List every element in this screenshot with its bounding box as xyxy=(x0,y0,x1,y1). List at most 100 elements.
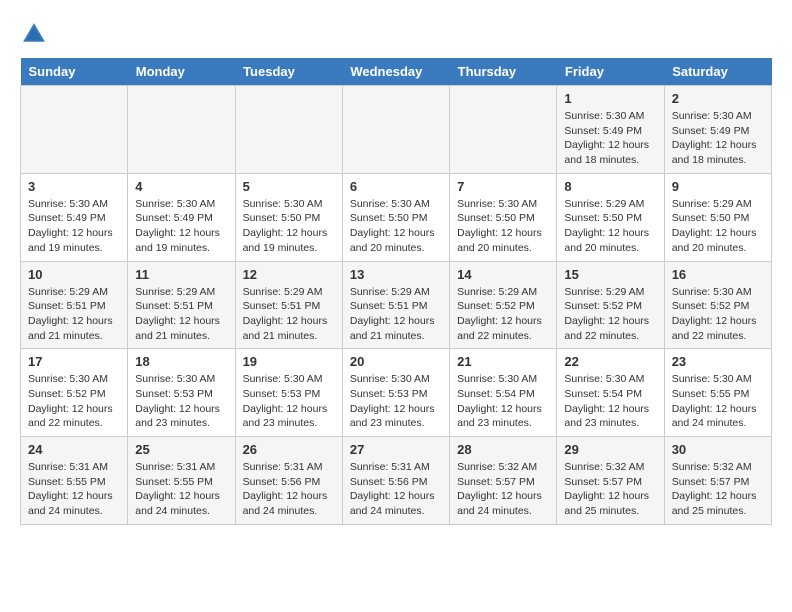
calendar-cell: 23 Sunrise: 5:30 AMSunset: 5:55 PMDayligh… xyxy=(664,349,771,437)
calendar-cell xyxy=(342,86,449,174)
weekday-header: Sunday xyxy=(21,58,128,86)
day-info: Sunrise: 5:32 AMSunset: 5:57 PMDaylight:… xyxy=(564,460,656,519)
calendar-cell: 13 Sunrise: 5:29 AMSunset: 5:51 PMDayligh… xyxy=(342,261,449,349)
weekday-header: Monday xyxy=(128,58,235,86)
day-number: 16 xyxy=(672,267,764,282)
day-info: Sunrise: 5:31 AMSunset: 5:56 PMDaylight:… xyxy=(243,460,335,519)
day-info: Sunrise: 5:31 AMSunset: 5:55 PMDaylight:… xyxy=(28,460,120,519)
page-header xyxy=(20,20,772,48)
day-info: Sunrise: 5:32 AMSunset: 5:57 PMDaylight:… xyxy=(457,460,549,519)
day-info: Sunrise: 5:29 AMSunset: 5:51 PMDaylight:… xyxy=(135,285,227,344)
day-number: 14 xyxy=(457,267,549,282)
day-info: Sunrise: 5:29 AMSunset: 5:50 PMDaylight:… xyxy=(564,197,656,256)
day-info: Sunrise: 5:30 AMSunset: 5:54 PMDaylight:… xyxy=(457,372,549,431)
day-info: Sunrise: 5:30 AMSunset: 5:54 PMDaylight:… xyxy=(564,372,656,431)
day-info: Sunrise: 5:29 AMSunset: 5:52 PMDaylight:… xyxy=(457,285,549,344)
day-number: 26 xyxy=(243,442,335,457)
weekday-header: Thursday xyxy=(450,58,557,86)
day-number: 25 xyxy=(135,442,227,457)
day-number: 11 xyxy=(135,267,227,282)
calendar-week-row: 10 Sunrise: 5:29 AMSunset: 5:51 PMDayligh… xyxy=(21,261,772,349)
calendar-cell: 19 Sunrise: 5:30 AMSunset: 5:53 PMDayligh… xyxy=(235,349,342,437)
calendar-cell: 25 Sunrise: 5:31 AMSunset: 5:55 PMDayligh… xyxy=(128,437,235,525)
weekday-header: Tuesday xyxy=(235,58,342,86)
calendar-cell: 6 Sunrise: 5:30 AMSunset: 5:50 PMDaylight… xyxy=(342,173,449,261)
day-number: 27 xyxy=(350,442,442,457)
weekday-header: Saturday xyxy=(664,58,771,86)
day-info: Sunrise: 5:30 AMSunset: 5:50 PMDaylight:… xyxy=(243,197,335,256)
day-info: Sunrise: 5:31 AMSunset: 5:56 PMDaylight:… xyxy=(350,460,442,519)
day-info: Sunrise: 5:30 AMSunset: 5:52 PMDaylight:… xyxy=(28,372,120,431)
day-info: Sunrise: 5:30 AMSunset: 5:52 PMDaylight:… xyxy=(672,285,764,344)
calendar-cell: 21 Sunrise: 5:30 AMSunset: 5:54 PMDayligh… xyxy=(450,349,557,437)
calendar-cell: 11 Sunrise: 5:29 AMSunset: 5:51 PMDayligh… xyxy=(128,261,235,349)
calendar-cell: 15 Sunrise: 5:29 AMSunset: 5:52 PMDayligh… xyxy=(557,261,664,349)
day-number: 7 xyxy=(457,179,549,194)
day-number: 21 xyxy=(457,354,549,369)
calendar-cell xyxy=(21,86,128,174)
calendar-cell: 1 Sunrise: 5:30 AMSunset: 5:49 PMDaylight… xyxy=(557,86,664,174)
calendar-cell xyxy=(235,86,342,174)
day-number: 2 xyxy=(672,91,764,106)
calendar-body: 1 Sunrise: 5:30 AMSunset: 5:49 PMDaylight… xyxy=(21,86,772,525)
day-info: Sunrise: 5:30 AMSunset: 5:55 PMDaylight:… xyxy=(672,372,764,431)
calendar-cell xyxy=(128,86,235,174)
calendar-week-row: 1 Sunrise: 5:30 AMSunset: 5:49 PMDaylight… xyxy=(21,86,772,174)
day-number: 5 xyxy=(243,179,335,194)
day-info: Sunrise: 5:29 AMSunset: 5:51 PMDaylight:… xyxy=(243,285,335,344)
day-number: 22 xyxy=(564,354,656,369)
calendar-cell: 12 Sunrise: 5:29 AMSunset: 5:51 PMDayligh… xyxy=(235,261,342,349)
day-number: 29 xyxy=(564,442,656,457)
weekday-header: Wednesday xyxy=(342,58,449,86)
day-number: 15 xyxy=(564,267,656,282)
calendar-cell: 7 Sunrise: 5:30 AMSunset: 5:50 PMDaylight… xyxy=(450,173,557,261)
calendar-cell: 28 Sunrise: 5:32 AMSunset: 5:57 PMDayligh… xyxy=(450,437,557,525)
day-number: 13 xyxy=(350,267,442,282)
calendar-cell: 3Sunrise: 5:30 AMSunset: 5:49 PMDaylight… xyxy=(21,173,128,261)
calendar-cell: 17 Sunrise: 5:30 AMSunset: 5:52 PMDayligh… xyxy=(21,349,128,437)
day-info: Sunrise: 5:30 AMSunset: 5:49 PMDaylight:… xyxy=(672,109,764,168)
calendar-cell: 8Sunrise: 5:29 AMSunset: 5:50 PMDaylight… xyxy=(557,173,664,261)
day-info: Sunrise: 5:30 AMSunset: 5:53 PMDaylight:… xyxy=(243,372,335,431)
calendar-cell: 22 Sunrise: 5:30 AMSunset: 5:54 PMDayligh… xyxy=(557,349,664,437)
day-number: 20 xyxy=(350,354,442,369)
day-number: 28 xyxy=(457,442,549,457)
day-number: 23 xyxy=(672,354,764,369)
calendar-week-row: 24Sunrise: 5:31 AMSunset: 5:55 PMDayligh… xyxy=(21,437,772,525)
calendar-week-row: 17 Sunrise: 5:30 AMSunset: 5:52 PMDayligh… xyxy=(21,349,772,437)
day-info: Sunrise: 5:32 AMSunset: 5:57 PMDaylight:… xyxy=(672,460,764,519)
day-info: Sunrise: 5:29 AMSunset: 5:50 PMDaylight:… xyxy=(672,197,764,256)
day-number: 12 xyxy=(243,267,335,282)
calendar-cell: 10 Sunrise: 5:29 AMSunset: 5:51 PMDayligh… xyxy=(21,261,128,349)
day-info: Sunrise: 5:29 AMSunset: 5:52 PMDaylight:… xyxy=(564,285,656,344)
calendar-week-row: 3Sunrise: 5:30 AMSunset: 5:49 PMDaylight… xyxy=(21,173,772,261)
day-info: Sunrise: 5:30 AMSunset: 5:49 PMDaylight:… xyxy=(564,109,656,168)
day-number: 10 xyxy=(28,267,120,282)
logo xyxy=(20,20,54,48)
calendar-cell: 30Sunrise: 5:32 AMSunset: 5:57 PMDayligh… xyxy=(664,437,771,525)
day-info: Sunrise: 5:29 AMSunset: 5:51 PMDaylight:… xyxy=(28,285,120,344)
calendar-cell: 9Sunrise: 5:29 AMSunset: 5:50 PMDaylight… xyxy=(664,173,771,261)
day-number: 1 xyxy=(564,91,656,106)
calendar-cell: 26 Sunrise: 5:31 AMSunset: 5:56 PMDayligh… xyxy=(235,437,342,525)
day-info: Sunrise: 5:29 AMSunset: 5:51 PMDaylight:… xyxy=(350,285,442,344)
day-number: 17 xyxy=(28,354,120,369)
day-number: 19 xyxy=(243,354,335,369)
calendar-cell: 5 Sunrise: 5:30 AMSunset: 5:50 PMDaylight… xyxy=(235,173,342,261)
logo-icon xyxy=(20,20,48,48)
weekday-header: Friday xyxy=(557,58,664,86)
day-info: Sunrise: 5:30 AMSunset: 5:49 PMDaylight:… xyxy=(28,197,120,256)
day-number: 6 xyxy=(350,179,442,194)
day-info: Sunrise: 5:31 AMSunset: 5:55 PMDaylight:… xyxy=(135,460,227,519)
day-info: Sunrise: 5:30 AMSunset: 5:53 PMDaylight:… xyxy=(135,372,227,431)
day-info: Sunrise: 5:30 AMSunset: 5:50 PMDaylight:… xyxy=(350,197,442,256)
calendar-cell: 29 Sunrise: 5:32 AMSunset: 5:57 PMDayligh… xyxy=(557,437,664,525)
day-number: 4 xyxy=(135,179,227,194)
calendar-cell: 16 Sunrise: 5:30 AMSunset: 5:52 PMDayligh… xyxy=(664,261,771,349)
calendar-cell: 14 Sunrise: 5:29 AMSunset: 5:52 PMDayligh… xyxy=(450,261,557,349)
calendar-cell xyxy=(450,86,557,174)
day-info: Sunrise: 5:30 AMSunset: 5:50 PMDaylight:… xyxy=(457,197,549,256)
calendar-cell: 20Sunrise: 5:30 AMSunset: 5:53 PMDayligh… xyxy=(342,349,449,437)
calendar-cell: 4Sunrise: 5:30 AMSunset: 5:49 PMDaylight… xyxy=(128,173,235,261)
day-number: 18 xyxy=(135,354,227,369)
